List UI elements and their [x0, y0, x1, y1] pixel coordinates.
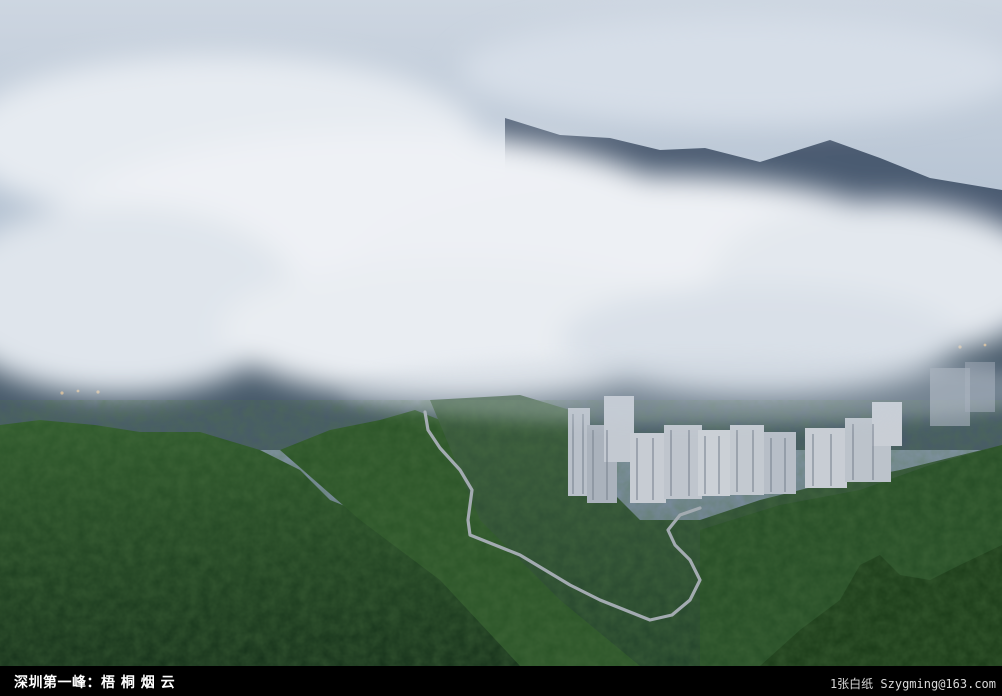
landscape-photo — [0, 0, 1002, 666]
photo-credit: 1张白纸 Szygming@163.com — [829, 677, 996, 691]
cloud-sea — [0, 15, 1002, 400]
caption-bar: 深圳第一峰：梧 桐 烟 云 1张白纸 Szygming@163.com — [0, 666, 1002, 696]
photo-frame: 深圳第一峰：梧 桐 烟 云 1张白纸 Szygming@163.com — [0, 0, 1002, 696]
photo-title: 深圳第一峰：梧 桐 烟 云 — [14, 675, 176, 691]
